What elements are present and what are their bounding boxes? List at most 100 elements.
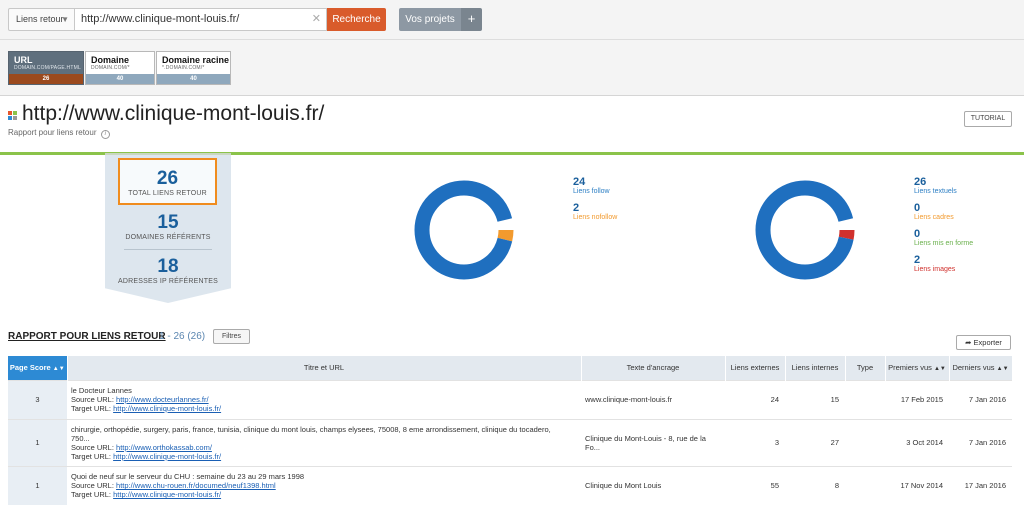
legend-label: Liens images xyxy=(914,266,956,273)
column-header-label: Page Score xyxy=(9,363,51,373)
tab-scope-url[interactable]: URL DOMAIN.COM/PAGE.HTML 26 xyxy=(8,51,84,85)
sort-icon: ▲▼ xyxy=(933,366,946,373)
tab-title: Domaine xyxy=(91,55,130,65)
legend-follow: 24 Liens follow xyxy=(573,176,610,195)
source-prefix: Source URL: xyxy=(71,395,117,404)
legend-text-links: 26 Liens textuels xyxy=(914,176,957,195)
url-search-input[interactable]: http://www.clinique-mont-louis.fr/ ✕ xyxy=(75,8,327,31)
page-score-cell: 1 xyxy=(8,465,67,505)
internal-links-cell: 15 xyxy=(785,379,845,419)
result-range: 1 - 26 (26) xyxy=(159,331,206,342)
follow-donut-slice-2 xyxy=(414,180,514,280)
scope-select-label: Liens retour xyxy=(16,14,64,24)
tab-title: Domaine racine xyxy=(162,55,230,65)
close-icon[interactable]: ✕ xyxy=(312,9,321,30)
legend-value: 2 xyxy=(914,254,921,266)
types-donut-slice-4 xyxy=(755,180,855,280)
column-header-anchor: Texte d'ancrage xyxy=(581,356,726,380)
backlinks-table: Page Score ▲▼ Titre et URL Texte d'ancra… xyxy=(8,356,1013,505)
column-header-external-links[interactable]: Liens externes xyxy=(725,356,786,380)
referring-domains-stat[interactable]: 15 DOMAINES RÉFÉRENTS xyxy=(105,212,231,241)
referring-ips-value: 18 xyxy=(157,256,179,277)
title-url-cell: Quoi de neuf sur le serveur du CHU : sem… xyxy=(67,465,581,505)
last-seen-cell: 7 Jan 2016 xyxy=(949,379,1012,419)
referring-ips-stat[interactable]: 18 ADRESSES IP RÉFÉRENTES xyxy=(105,256,231,285)
source-url-line: Source URL: http://www.docteurlannes.fr/ xyxy=(71,395,577,404)
anchor-cell: Clinique du Mont Louis xyxy=(581,465,725,505)
page-title-continued: 750... xyxy=(71,433,90,443)
internal-links-cell: 8 xyxy=(785,465,845,505)
projects-button[interactable]: Vos projets xyxy=(399,8,461,31)
section-title[interactable]: RAPPORT POUR LIENS RETOUR xyxy=(8,331,166,342)
column-header-internal-links[interactable]: Liens internes xyxy=(785,356,846,380)
follow-donut-chart xyxy=(414,180,514,280)
search-button[interactable]: Recherche xyxy=(327,8,386,31)
external-links-cell: 3 xyxy=(725,418,785,466)
anchor-cell: Clinique du Mont-Louis - 8, rue de la Fo… xyxy=(581,418,725,466)
legend-form-links: 0 Liens mis en forme xyxy=(914,228,973,247)
report-icon xyxy=(8,111,18,121)
add-project-button[interactable]: + xyxy=(461,8,482,31)
stat-separator xyxy=(124,249,212,250)
page-subtitle: Rapport pour liens retour i xyxy=(8,128,110,139)
source-url-link[interactable]: http://www.docteurlannes.fr/ xyxy=(116,395,209,404)
page-title-text: chirurgie, orthopédie, surgery, paris, f… xyxy=(71,424,551,434)
column-header-label: Derniers vus xyxy=(952,363,995,373)
table-header-row: Page Score ▲▼ Titre et URL Texte d'ancra… xyxy=(8,356,1013,380)
column-header-label: Premiers vus xyxy=(888,363,932,373)
scope-select[interactable]: Liens retour ▼ xyxy=(8,8,75,31)
legend-nofollow: 2 Liens nofollow xyxy=(573,202,617,221)
legend-label: Liens cadres xyxy=(914,214,954,221)
target-url-line: Target URL: http://www.clinique-mont-lou… xyxy=(71,452,577,461)
anchor-text: www.clinique-mont-louis.fr xyxy=(585,395,673,404)
info-icon[interactable]: i xyxy=(100,130,110,139)
referring-domains-label: DOMAINES RÉFÉRENTS xyxy=(125,234,211,241)
target-url-line: Target URL: http://www.clinique-mont-lou… xyxy=(71,404,577,413)
page-score-cell: 1 xyxy=(8,418,67,466)
source-url-link[interactable]: http://www.chu-rouen.fr/documed/neuf1398… xyxy=(116,481,276,490)
first-seen-cell: 17 Nov 2014 xyxy=(885,465,949,505)
source-prefix: Source URL: xyxy=(71,442,117,452)
legend-value: 0 xyxy=(914,202,921,214)
legend-label: Liens nofollow xyxy=(573,214,618,221)
page-title-text: le Docteur Lannes xyxy=(71,386,132,395)
total-backlinks-value: 26 xyxy=(156,168,179,189)
tutorial-button[interactable]: TUTORIAL xyxy=(964,111,1012,127)
column-header-last-seen[interactable]: Derniers vus ▲▼ xyxy=(949,356,1013,380)
target-url-link[interactable]: http://www.clinique-mont-louis.fr/ xyxy=(113,452,221,461)
tab-count: 26 xyxy=(9,74,83,84)
legend-value: 2 xyxy=(573,202,580,214)
referring-domains-value: 15 xyxy=(157,212,179,233)
type-cell xyxy=(845,465,885,505)
table-row: 3 le Docteur Lannes Source URL: http://w… xyxy=(8,379,1012,419)
column-header-title-url: Titre et URL xyxy=(67,356,582,380)
column-header-type: Type xyxy=(845,356,886,380)
target-url-link[interactable]: http://www.clinique-mont-louis.fr/ xyxy=(113,490,221,499)
internal-links-cell: 27 xyxy=(785,418,845,466)
url-input-value: http://www.clinique-mont-louis.fr/ xyxy=(81,13,240,25)
target-url-link[interactable]: http://www.clinique-mont-louis.fr/ xyxy=(113,404,221,413)
anchor-cell: www.clinique-mont-louis.fr xyxy=(581,379,725,419)
tab-scope-root-domain[interactable]: Domaine racine *.DOMAIN.COM/* 40 xyxy=(156,51,231,85)
filters-button[interactable]: Filtres xyxy=(213,329,250,344)
anchor-text-continued: Fo... xyxy=(585,442,601,452)
tab-hint: *.DOMAIN.COM/* xyxy=(162,65,205,71)
total-backlinks-box[interactable]: 26 TOTAL LIENS RETOUR xyxy=(118,158,217,205)
chevron-down-icon: ▼ xyxy=(61,15,69,24)
legend-frame-links: 0 Liens cadres xyxy=(914,202,954,221)
sort-icon: ▲▼ xyxy=(996,366,1009,373)
page-title: http://www.clinique-mont-louis.fr/ xyxy=(22,102,325,125)
referring-ips-label: ADRESSES IP RÉFÉRENTES xyxy=(118,278,218,285)
legend-label: Liens textuels xyxy=(914,188,957,195)
type-cell xyxy=(845,379,885,419)
title-url-cell: le Docteur Lannes Source URL: http://www… xyxy=(67,379,581,419)
table-row: 1 Quoi de neuf sur le serveur du CHU : s… xyxy=(8,465,1012,505)
export-button[interactable]: ➦ Exporter xyxy=(956,335,1011,350)
source-url-link[interactable]: http://www.orthokassab.com/ xyxy=(116,443,212,452)
column-header-first-seen[interactable]: Premiers vus ▲▼ xyxy=(885,356,950,380)
column-header-page-score[interactable]: Page Score ▲▼ xyxy=(8,356,68,380)
first-seen-cell: 17 Feb 2015 xyxy=(885,379,949,419)
legend-label: Liens follow xyxy=(573,188,610,195)
external-links-cell: 24 xyxy=(725,379,785,419)
tab-scope-domain[interactable]: Domaine DOMAIN.COM/* 40 xyxy=(85,51,155,85)
